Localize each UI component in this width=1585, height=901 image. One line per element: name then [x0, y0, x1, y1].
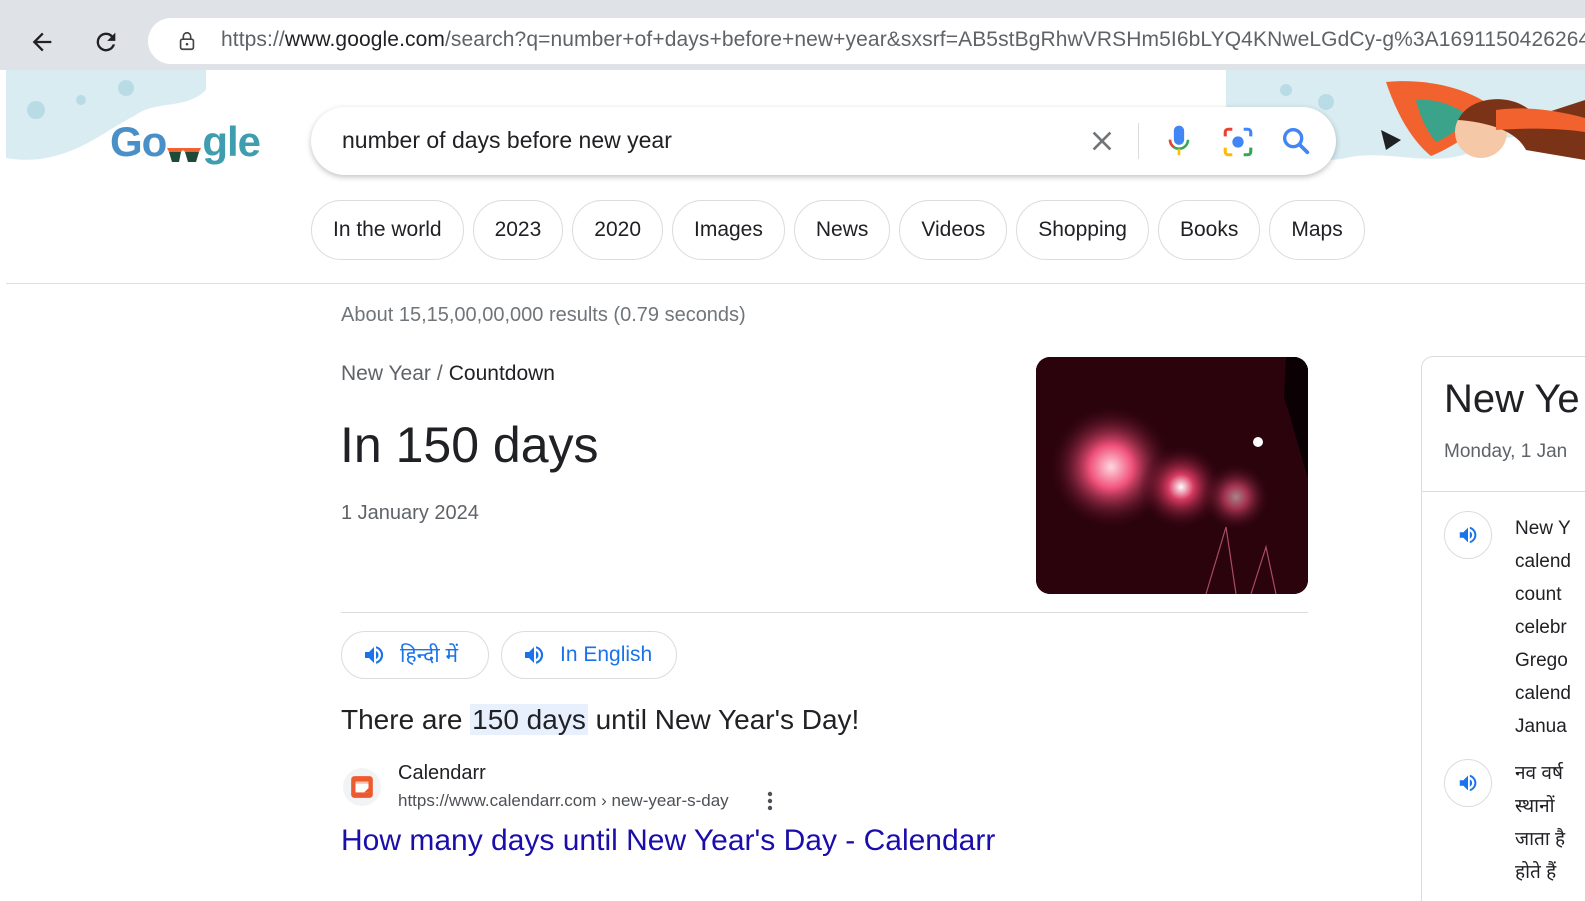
sunglasses-icon — [167, 147, 202, 162]
kp-description-line: New Y — [1515, 518, 1571, 539]
speak-hindi-button[interactable]: हिन्दी में — [341, 631, 489, 679]
kp-description-line: होते हैं — [1515, 862, 1557, 883]
kp-description-line: count — [1515, 584, 1562, 605]
result-stats: About 15,15,00,00,000 results (0.79 seco… — [341, 304, 746, 326]
kp-description-line: स्थानों — [1515, 796, 1555, 817]
filter-chip[interactable]: Shopping — [1016, 200, 1149, 260]
knowledge-panel-title: New Ye — [1444, 377, 1580, 421]
knowledge-panel-subtitle: Monday, 1 Jan — [1444, 441, 1568, 462]
filter-chip[interactable]: Books — [1157, 200, 1261, 260]
reload-button[interactable] — [86, 22, 126, 62]
filter-chip[interactable]: 2023 — [472, 200, 564, 260]
featured-snippet-text: There are 150 days until New Year's Day! — [341, 704, 860, 735]
speak-english-button[interactable]: In English — [501, 631, 677, 679]
google-logo[interactable]: Go gle — [110, 118, 261, 166]
site-info-icon[interactable] — [176, 30, 198, 52]
kp-description-line: Janua — [1515, 716, 1567, 737]
clear-icon[interactable] — [1086, 125, 1118, 157]
speak-english-label: In English — [560, 643, 653, 666]
more-options-icon[interactable] — [764, 790, 776, 812]
knowledge-panel: New Ye Monday, 1 Jan New Y calend count cel… — [1421, 356, 1585, 901]
snippet-highlight: 150 days — [470, 704, 588, 735]
kp-speak-hindi-button[interactable] — [1444, 759, 1492, 807]
filter-chip[interactable]: News — [793, 200, 891, 260]
speaker-icon — [1459, 526, 1477, 544]
answer-breadcrumb: New Year / Countdown — [341, 362, 555, 385]
filter-chip[interactable]: In the world — [311, 200, 464, 260]
answer-headline: In 150 days — [340, 417, 599, 473]
breadcrumb-parent[interactable]: New Year — [341, 362, 431, 385]
filter-chip[interactable]: Videos — [899, 200, 1008, 260]
speaker-icon — [1459, 774, 1477, 792]
answer-date: 1 January 2024 — [341, 502, 479, 524]
address-bar[interactable]: https://www.google.com/search?q=number+o… — [148, 18, 1585, 64]
kp-description-line: जाता है — [1515, 829, 1566, 850]
speak-hindi-label: हिन्दी में — [400, 644, 459, 667]
knowledge-panel-divider — [1422, 491, 1585, 492]
source-name[interactable]: Calendarr — [398, 762, 486, 785]
source-favicon[interactable] — [343, 768, 381, 806]
breadcrumb-current: Countdown — [448, 362, 555, 385]
microphone-icon[interactable] — [1163, 123, 1195, 159]
result-title-link[interactable]: How many days until New Year's Day - Cal… — [341, 824, 995, 858]
kp-description-line: celebr — [1515, 617, 1567, 638]
kp-description-line: calend — [1515, 551, 1571, 572]
kp-description-english: New Y calend count celebr Grego calend Janua — [1515, 512, 1571, 743]
url-text: https://www.google.com/search?q=number+o… — [221, 28, 1585, 51]
filter-chip[interactable]: Images — [672, 200, 785, 260]
search-header: Go gle number of days before new year In … — [6, 70, 1585, 284]
filter-chip[interactable]: Maps — [1269, 200, 1365, 260]
calendarr-logo-icon — [351, 776, 373, 798]
kp-description-line: Grego — [1515, 650, 1568, 671]
search-box[interactable]: number of days before new year — [311, 107, 1336, 175]
speaker-icon — [365, 646, 384, 664]
search-input[interactable]: number of days before new year — [342, 127, 672, 154]
filter-chips: In the world 2023 2020 Images News Videos Shop… — [311, 200, 1365, 260]
back-button[interactable] — [22, 22, 62, 62]
google-lens-icon[interactable] — [1221, 125, 1255, 159]
fireworks-image[interactable] — [1036, 357, 1308, 594]
speaker-icon — [525, 646, 544, 664]
reload-icon — [96, 32, 116, 52]
back-arrow-icon — [32, 32, 52, 52]
source-url[interactable]: https://www.calendarr.com › new-year-s-d… — [398, 791, 729, 811]
search-icon[interactable] — [1279, 124, 1313, 158]
kp-speak-english-button[interactable] — [1444, 511, 1492, 559]
tab-strip — [0, 0, 1585, 8]
kp-description-line: calend — [1515, 683, 1571, 704]
kp-description-hindi: नव वर्ष स्थानों जाता है होते हैं — [1515, 757, 1565, 889]
filter-chip[interactable]: 2020 — [572, 200, 663, 260]
kp-description-line: नव वर्ष — [1515, 763, 1563, 784]
search-separator — [1138, 123, 1139, 159]
answer-divider — [341, 612, 1308, 613]
browser-toolbar: https://www.google.com/search?q=number+o… — [0, 8, 1585, 70]
search-results-page: Go gle number of days before new year In … — [6, 70, 1585, 901]
